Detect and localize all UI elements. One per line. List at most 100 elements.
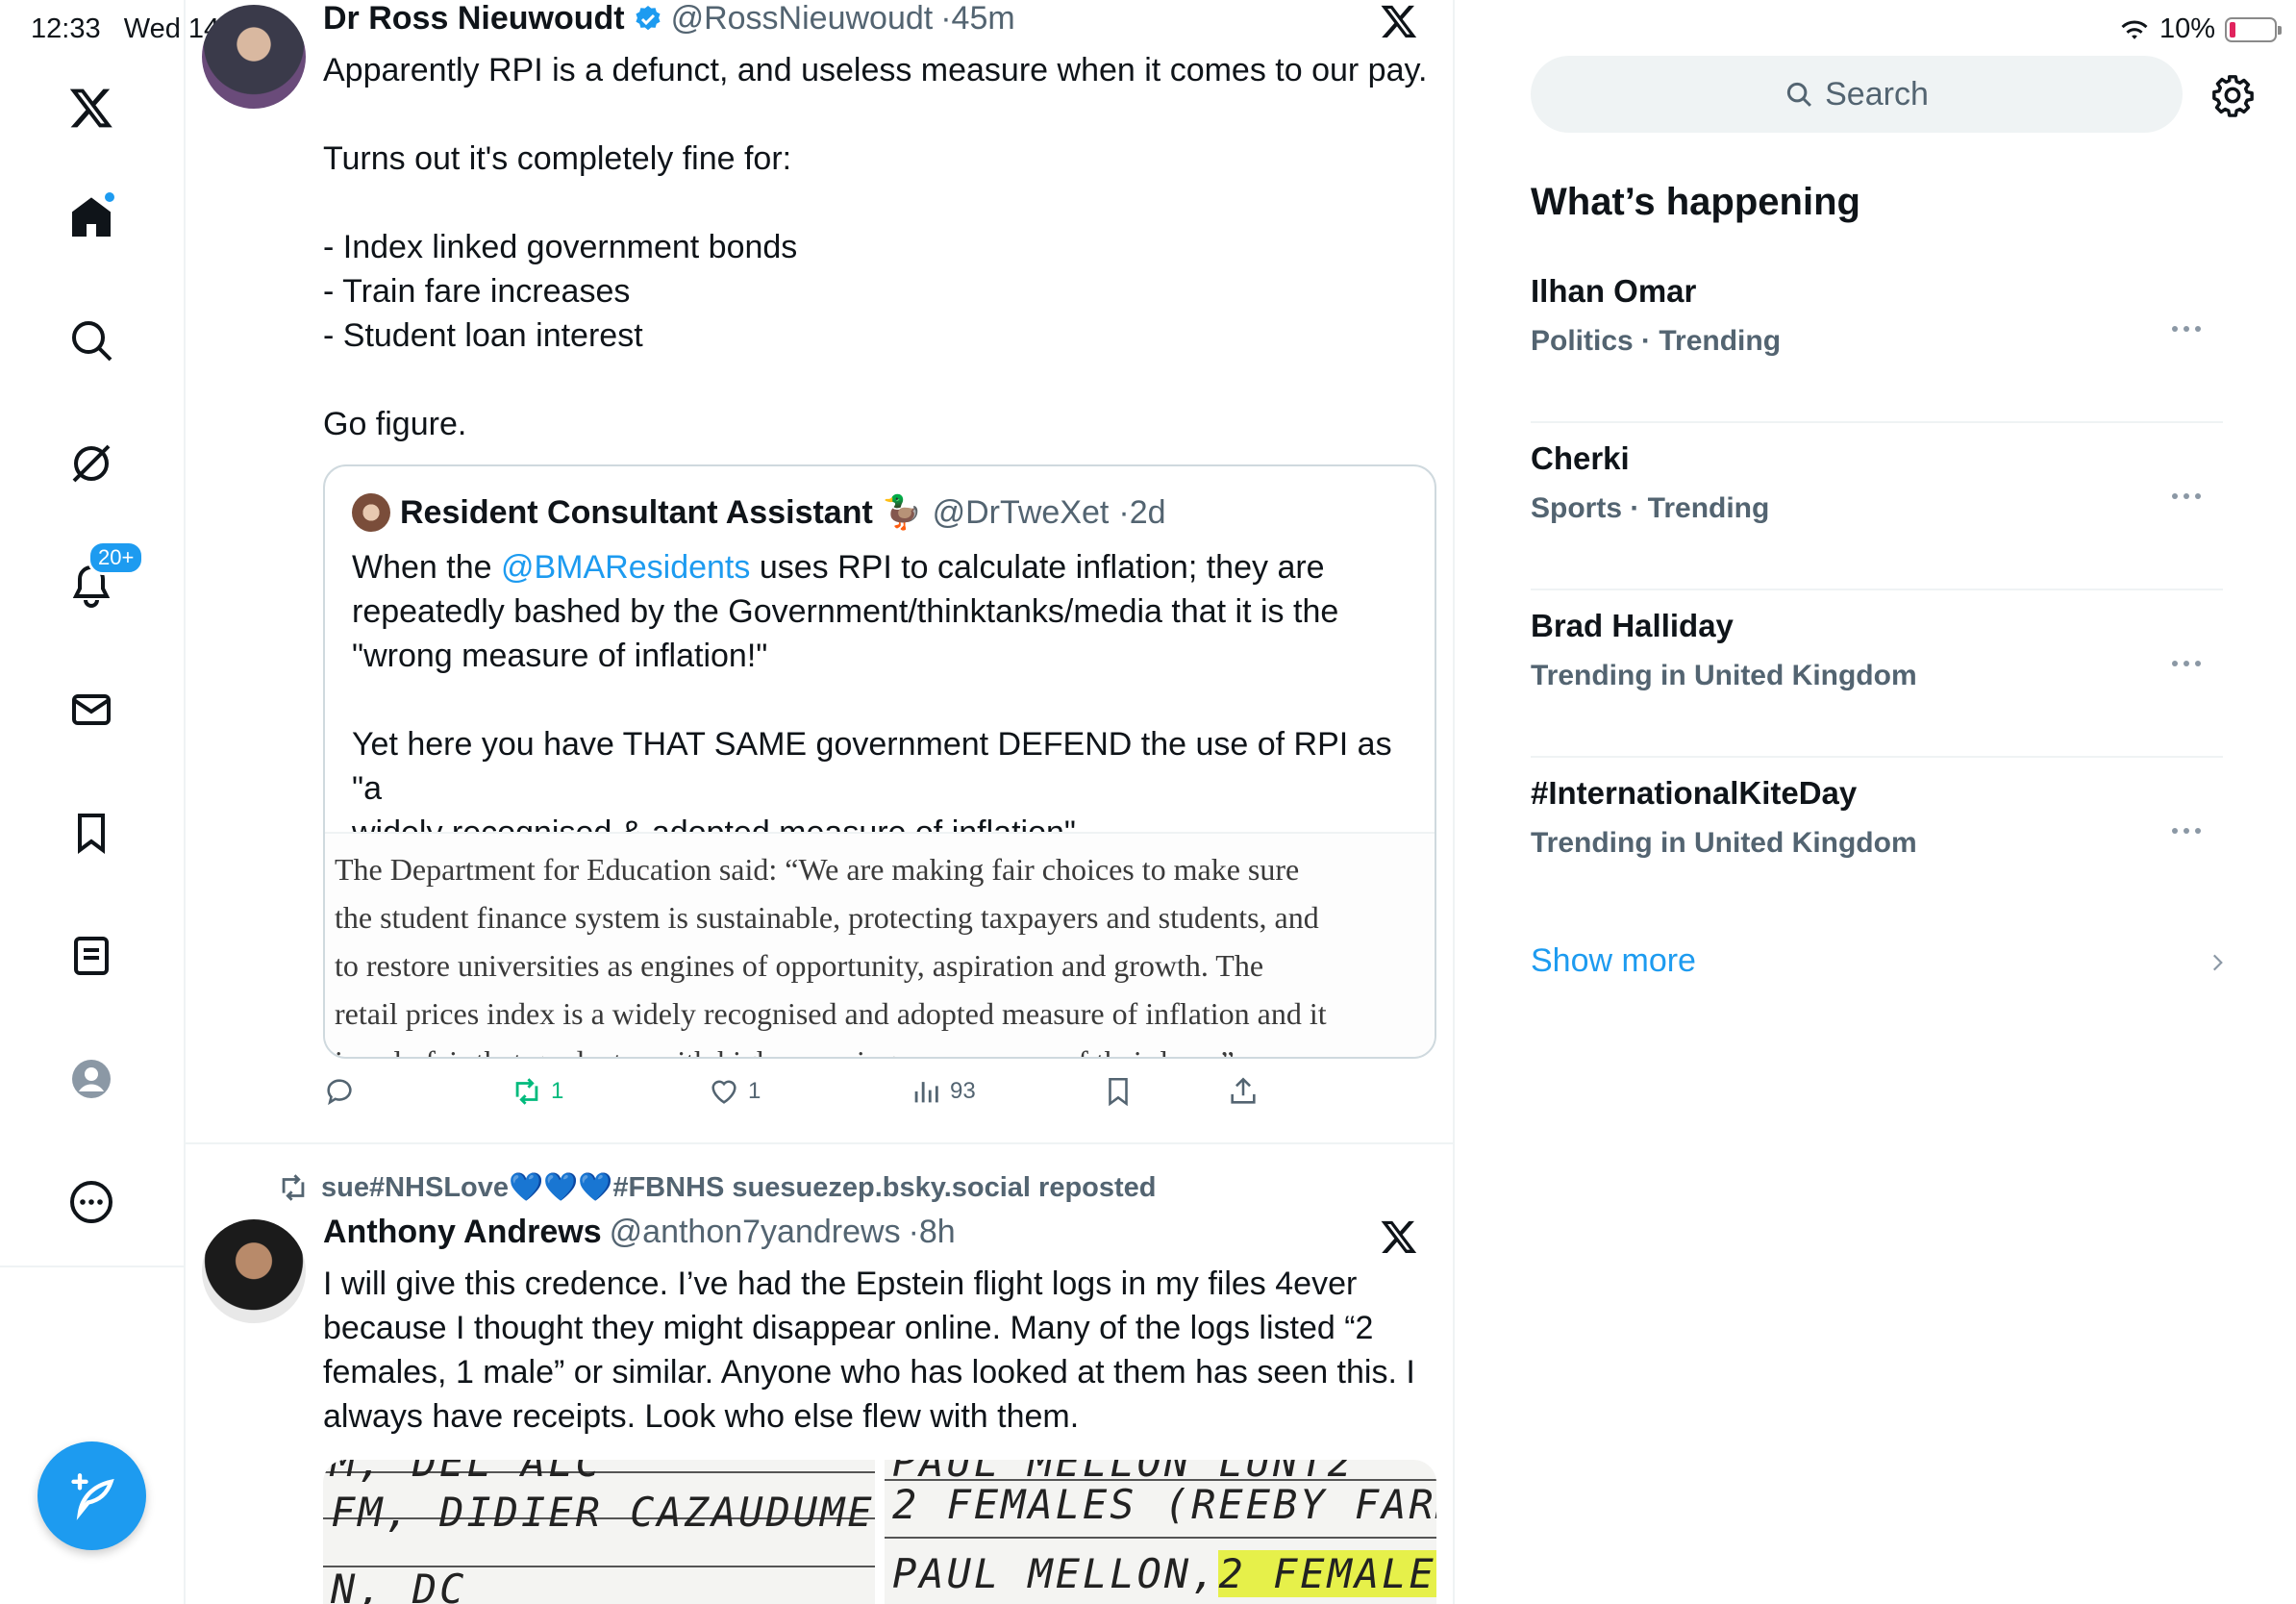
- author-avatar[interactable]: [202, 1219, 306, 1323]
- reply-button[interactable]: [323, 1075, 363, 1108]
- tweet-media-image[interactable]: M, DEL ALC FM, DIDIER CAZAUDUMEL N, DC: [323, 1460, 875, 1604]
- share-icon: [1231, 1077, 1256, 1104]
- grok-icon[interactable]: [53, 425, 130, 502]
- trend-item[interactable]: #InternationalKiteDay Trending in United…: [1531, 758, 2223, 925]
- bookmarks-icon[interactable]: [53, 794, 130, 871]
- tweet-header: Dr Ross Nieuwoudt @RossNieuwoudt ·45m: [323, 0, 1015, 38]
- notifications-badge: 20+: [87, 540, 145, 575]
- nav-divider: [0, 1266, 186, 1267]
- quote-header: Resident Consultant Assistant 🦆 @DrTweXe…: [352, 493, 1166, 532]
- tweet-time[interactable]: ·45m: [940, 0, 1014, 38]
- tweet-line: because I thought they might disappear o…: [323, 1310, 1374, 1346]
- tweet-time[interactable]: ·8h: [909, 1214, 956, 1251]
- gear-icon[interactable]: [2210, 73, 2255, 117]
- trend-meta: Trending in United Kingdom: [1531, 827, 1917, 859]
- tweet-line: - Train fare increases: [323, 273, 631, 310]
- tweet-text: I will give this credence. I’ve had the …: [323, 1262, 1429, 1439]
- more-options-icon[interactable]: [2167, 319, 2206, 338]
- image-text-line: the student finance system is sustainabl…: [335, 900, 1319, 935]
- bookmark-icon: [1109, 1077, 1128, 1107]
- handwritten-text: PAUL MELLON,: [892, 1550, 1219, 1597]
- quoted-tweet[interactable]: Resident Consultant Assistant 🦆 @DrTweXe…: [323, 464, 1436, 1059]
- right-sidebar: Search What’s happening Ilhan Omar Polit…: [1455, 0, 2296, 1604]
- quote-text-fragment: When the: [352, 549, 501, 586]
- trend-item[interactable]: Brad Halliday Trending in United Kingdom: [1531, 590, 2223, 758]
- trend-name: #InternationalKiteDay: [1531, 775, 1858, 811]
- handwritten-text: M, DEL ALC: [331, 1460, 603, 1486]
- author-name[interactable]: Anthony Andrews: [323, 1214, 602, 1251]
- tweet-line: [323, 358, 1429, 402]
- author-name[interactable]: Dr Ross Nieuwoudt: [323, 0, 625, 38]
- trend-item[interactable]: Ilhan Omar Politics · Trending: [1531, 256, 2223, 423]
- handwritten-text: 2 FEMALES (REEBY FARM: [892, 1481, 1436, 1528]
- tweet-text: Apparently RPI is a defunct, and useless…: [323, 48, 1429, 446]
- repost-context-text: sue#NHSLove💙💙💙#FBNHS suesuezep.bsky.soci…: [321, 1172, 1157, 1203]
- author-handle[interactable]: @RossNieuwoudt: [671, 0, 934, 38]
- tweet-media-image[interactable]: PAUL MELLON LUNT2 2 FEMALES (REEBY FARM …: [885, 1460, 1436, 1604]
- quote-line: When the @BMAResidents uses RPI to calcu…: [352, 545, 1419, 589]
- repost-button[interactable]: 1: [511, 1075, 563, 1108]
- tweet-header: Anthony Andrews @anthon7yandrews ·8h: [323, 1214, 956, 1251]
- handwritten-text: FM, DIDIER CAZAUDUMEL: [331, 1489, 875, 1536]
- trend-meta: Trending in United Kingdom: [1531, 660, 1917, 691]
- views-button[interactable]: 93: [910, 1075, 976, 1108]
- mention-link[interactable]: @BMAResidents: [501, 549, 750, 586]
- trend-name: Cherki: [1531, 440, 1630, 476]
- unread-dot: [103, 190, 116, 204]
- quote-text-fragment: uses RPI to calculate inflation; they ar…: [750, 549, 1325, 586]
- tweet-line: [323, 92, 1429, 137]
- x-logo-icon: [1381, 1220, 1417, 1253]
- more-options-icon[interactable]: [2167, 487, 2206, 506]
- view-count: 93: [950, 1078, 976, 1104]
- more-options-icon[interactable]: [2167, 654, 2206, 673]
- highlighted-text: 2 FEMALES: [1218, 1550, 1436, 1597]
- show-more-link[interactable]: Show more: [1531, 942, 1696, 980]
- more-menu-icon[interactable]: [53, 1164, 130, 1241]
- author-handle[interactable]: @anthon7yandrews: [610, 1214, 901, 1251]
- search-input[interactable]: Search: [1531, 56, 2183, 133]
- compose-post-button[interactable]: [37, 1441, 146, 1550]
- search-icon[interactable]: [53, 302, 130, 379]
- repost-count: 1: [551, 1078, 564, 1104]
- trend-name: Brad Halliday: [1531, 608, 1734, 643]
- tweet-line: - Student loan interest: [323, 317, 643, 354]
- image-text-line: is only fair that graduates with higher …: [335, 1038, 1425, 1057]
- quote-author-name[interactable]: Resident Consultant Assistant 🦆: [400, 493, 923, 532]
- notifications-bell-icon[interactable]: 20+: [53, 540, 145, 625]
- home-icon[interactable]: [53, 179, 130, 256]
- chevron-right-icon[interactable]: [2205, 950, 2230, 975]
- more-options-icon[interactable]: [2167, 821, 2206, 840]
- tweet-line: Turns out it's completely fine for:: [323, 140, 792, 177]
- profile-avatar-icon[interactable]: [53, 1040, 130, 1117]
- author-avatar[interactable]: [202, 5, 306, 109]
- quote-time: ·2d: [1118, 493, 1166, 531]
- trend-item[interactable]: Cherki Sports · Trending: [1531, 423, 2223, 590]
- timeline-feed[interactable]: Dr Ross Nieuwoudt @RossNieuwoudt ·45m Ap…: [186, 0, 1455, 1604]
- like-button[interactable]: 1: [708, 1075, 761, 1108]
- tweet-line: always have receipts. Look who else flew…: [323, 1398, 1080, 1435]
- x-logo-icon[interactable]: [53, 69, 130, 146]
- quote-author-handle[interactable]: @DrTweXet: [933, 494, 1110, 532]
- left-nav: 20+: [0, 0, 186, 1604]
- lists-icon[interactable]: [53, 917, 130, 994]
- repost-icon: [282, 1174, 305, 1201]
- verified-badge-icon: [636, 5, 661, 30]
- quote-line: repeatedly bashed by the Government/thin…: [352, 593, 1339, 630]
- quote-author-avatar[interactable]: [352, 493, 390, 532]
- like-count: 1: [748, 1078, 761, 1104]
- tweet-line: I will give this credence. I’ve had the …: [323, 1266, 1358, 1302]
- repost-context[interactable]: sue#NHSLove💙💙💙#FBNHS suesuezep.bsky.soci…: [277, 1171, 1157, 1204]
- quote-screenshot-image[interactable]: The Department for Education said: “We a…: [325, 832, 1435, 1057]
- tweet-line: - Index linked government bonds: [323, 229, 798, 265]
- messages-envelope-icon[interactable]: [53, 671, 130, 748]
- quote-line: Yet here you have THAT SAME government D…: [352, 726, 1392, 807]
- tweet-actions: 1 1 93: [323, 1075, 1429, 1121]
- bookmark-button[interactable]: [1102, 1075, 1135, 1108]
- quote-line: "wrong measure of inflation!": [352, 638, 768, 674]
- reply-icon: [327, 1079, 352, 1106]
- x-logo-icon: [1381, 5, 1417, 38]
- trend-name: Ilhan Omar: [1531, 273, 1697, 309]
- handwritten-text: N, DC: [331, 1566, 467, 1604]
- views-chart-icon: [914, 1082, 938, 1103]
- share-button[interactable]: [1227, 1075, 1260, 1108]
